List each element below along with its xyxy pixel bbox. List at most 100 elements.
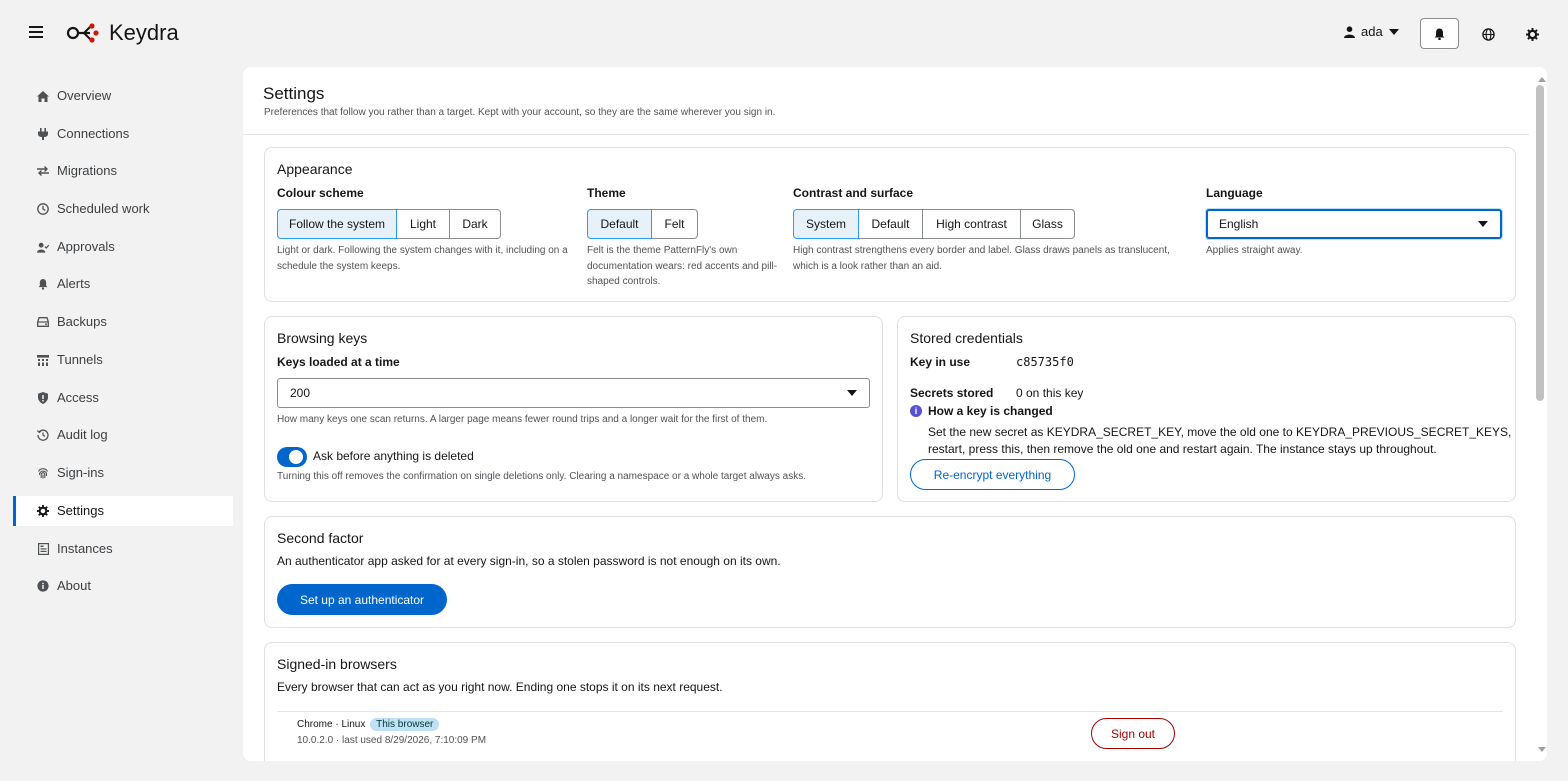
sidebar-item-label: Instances xyxy=(57,541,113,556)
sidebar-item-access[interactable]: Access xyxy=(13,383,233,413)
server-icon xyxy=(37,543,49,555)
sidebar-item-label: Backups xyxy=(57,314,107,329)
browser-row-name: Chrome · Linux This browser xyxy=(297,718,440,731)
switch-knob xyxy=(289,450,303,464)
notifications-button[interactable] xyxy=(1420,18,1459,49)
language-label: Language xyxy=(1206,186,1263,200)
sidebar-item-tunnels[interactable]: Tunnels xyxy=(13,345,233,375)
stored-credentials-title: Stored credentials xyxy=(910,330,1023,346)
sidebar-item-migrations[interactable]: Migrations xyxy=(13,156,233,186)
user-name: ada xyxy=(1361,24,1383,39)
sidebar-item-label: Settings xyxy=(57,503,104,518)
sidebar-item-settings[interactable]: Settings xyxy=(13,496,233,526)
language-select[interactable]: English xyxy=(1206,209,1502,239)
sidebar-item-label: Migrations xyxy=(57,163,117,178)
history-icon xyxy=(37,429,49,441)
caret-down-icon xyxy=(1478,221,1488,227)
sidebar-item-label: Access xyxy=(57,390,99,405)
bell-icon xyxy=(37,278,49,290)
second-factor-card: Second factor An authenticator app asked… xyxy=(264,516,1516,628)
browsing-keys-title: Browsing keys xyxy=(277,330,368,346)
home-icon xyxy=(37,90,49,102)
keys-loaded-helper: How many keys one scan returns. A larger… xyxy=(277,414,768,425)
sidebar-item-overview[interactable]: Overview xyxy=(13,81,233,111)
user-menu[interactable]: ada xyxy=(1344,24,1399,39)
appearance-card: Appearance Colour scheme Follow the syst… xyxy=(264,147,1516,302)
exchange-icon xyxy=(37,165,49,177)
browser-row-detail: 10.0.2.0 · last used 8/29/2026, 7:10:09 … xyxy=(297,735,487,746)
caret-down-icon xyxy=(1388,28,1399,35)
colour-scheme-option-system[interactable]: Follow the system xyxy=(277,209,397,239)
shield-icon xyxy=(37,392,49,404)
sidebar-item-label: Alerts xyxy=(57,276,91,291)
sidebar-item-label: Overview xyxy=(57,88,112,103)
language-button[interactable] xyxy=(1478,24,1498,44)
confirm-delete-helper: Turning this off removes the confirmatio… xyxy=(277,471,806,482)
language-helper: Applies straight away. xyxy=(1206,245,1303,256)
contrast-toggle-group: System Default High contrast Glass xyxy=(793,209,1075,239)
theme-toggle-group: Default Felt xyxy=(587,209,698,239)
signed-in-browsers-title: Signed-in browsers xyxy=(277,656,397,672)
user-check-icon xyxy=(37,241,49,253)
contrast-option-high-contrast[interactable]: High contrast xyxy=(923,209,1021,239)
contrast-option-glass[interactable]: Glass xyxy=(1021,209,1075,239)
sidebar-item-scheduled-work[interactable]: Scheduled work xyxy=(13,194,233,224)
info-circle-icon: i xyxy=(910,405,922,417)
contrast-label: Contrast and surface xyxy=(793,186,914,200)
vertical-scrollbar[interactable] xyxy=(1533,67,1547,761)
page-header: Settings Preferences that follow you rat… xyxy=(243,67,1529,135)
key-change-info-title: How a key is changed xyxy=(928,404,1053,418)
key-in-use-value: c85735f0 xyxy=(1016,355,1074,369)
globe-icon xyxy=(1481,27,1495,41)
keys-loaded-select[interactable]: 200 xyxy=(277,378,870,408)
keys-loaded-value: 200 xyxy=(290,386,311,400)
divider xyxy=(277,711,1503,712)
signed-in-browsers-card: Signed-in browsers Every browser that ca… xyxy=(264,642,1516,761)
second-factor-title: Second factor xyxy=(277,530,364,546)
sidebar-item-audit-log[interactable]: Audit log xyxy=(13,420,233,450)
sidebar-item-label: Audit log xyxy=(57,427,108,442)
sidebar-item-sign-ins[interactable]: Sign-ins xyxy=(13,458,233,488)
setup-authenticator-button[interactable]: Set up an authenticator xyxy=(277,584,447,615)
sidebar-item-backups[interactable]: Backups xyxy=(13,307,233,337)
sidebar-item-label: Connections xyxy=(57,126,130,141)
contrast-option-system[interactable]: System xyxy=(793,209,859,239)
page-title: Settings xyxy=(263,84,325,103)
key-change-info-text-1: Set the new secret as KEYDRA_SECRET_KEY,… xyxy=(928,425,1512,439)
colour-scheme-option-light[interactable]: Light xyxy=(397,209,450,239)
second-factor-text: An authenticator app asked for at every … xyxy=(277,554,781,568)
network-icon xyxy=(37,354,49,366)
scroll-down-arrow-icon[interactable] xyxy=(1538,747,1546,752)
brand[interactable]: Keydra xyxy=(66,19,179,47)
signed-in-browsers-text: Every browser that can act as you right … xyxy=(277,680,723,694)
sidebar-item-instances[interactable]: Instances xyxy=(13,534,233,564)
key-change-info-text-2: restart, press this, then remove the old… xyxy=(928,442,1437,456)
hdd-icon xyxy=(37,316,49,328)
sidebar-item-about[interactable]: About xyxy=(13,571,233,601)
scroll-thumb[interactable] xyxy=(1536,85,1544,401)
sign-out-button[interactable]: Sign out xyxy=(1091,718,1175,749)
sidebar-item-connections[interactable]: Connections xyxy=(13,119,233,149)
scroll-up-arrow-icon[interactable] xyxy=(1538,77,1546,82)
confirm-delete-switch[interactable] xyxy=(277,447,307,467)
settings-button[interactable] xyxy=(1522,24,1542,44)
re-encrypt-button[interactable]: Re-encrypt everything xyxy=(910,459,1075,490)
sidebar-item-alerts[interactable]: Alerts xyxy=(13,269,233,299)
sidebar-item-approvals[interactable]: Approvals xyxy=(13,232,233,262)
colour-scheme-option-dark[interactable]: Dark xyxy=(450,209,501,239)
this-browser-badge: This browser xyxy=(370,718,440,731)
app-name: Keydra xyxy=(109,20,179,45)
theme-label: Theme xyxy=(587,186,626,200)
appearance-title: Appearance xyxy=(277,161,353,177)
sidebar-item-label: Tunnels xyxy=(57,352,103,367)
keydra-logo-icon xyxy=(66,23,99,43)
main-content: Settings Preferences that follow you rat… xyxy=(243,67,1547,761)
contrast-option-default[interactable]: Default xyxy=(859,209,923,239)
theme-option-default[interactable]: Default xyxy=(587,209,652,239)
theme-option-felt[interactable]: Felt xyxy=(652,209,698,239)
info-icon xyxy=(37,580,49,592)
sidebar-item-label: Approvals xyxy=(57,239,115,254)
keys-loaded-label: Keys loaded at a time xyxy=(277,355,400,369)
gear-icon xyxy=(37,505,49,517)
hamburger-menu-icon[interactable] xyxy=(29,26,43,40)
